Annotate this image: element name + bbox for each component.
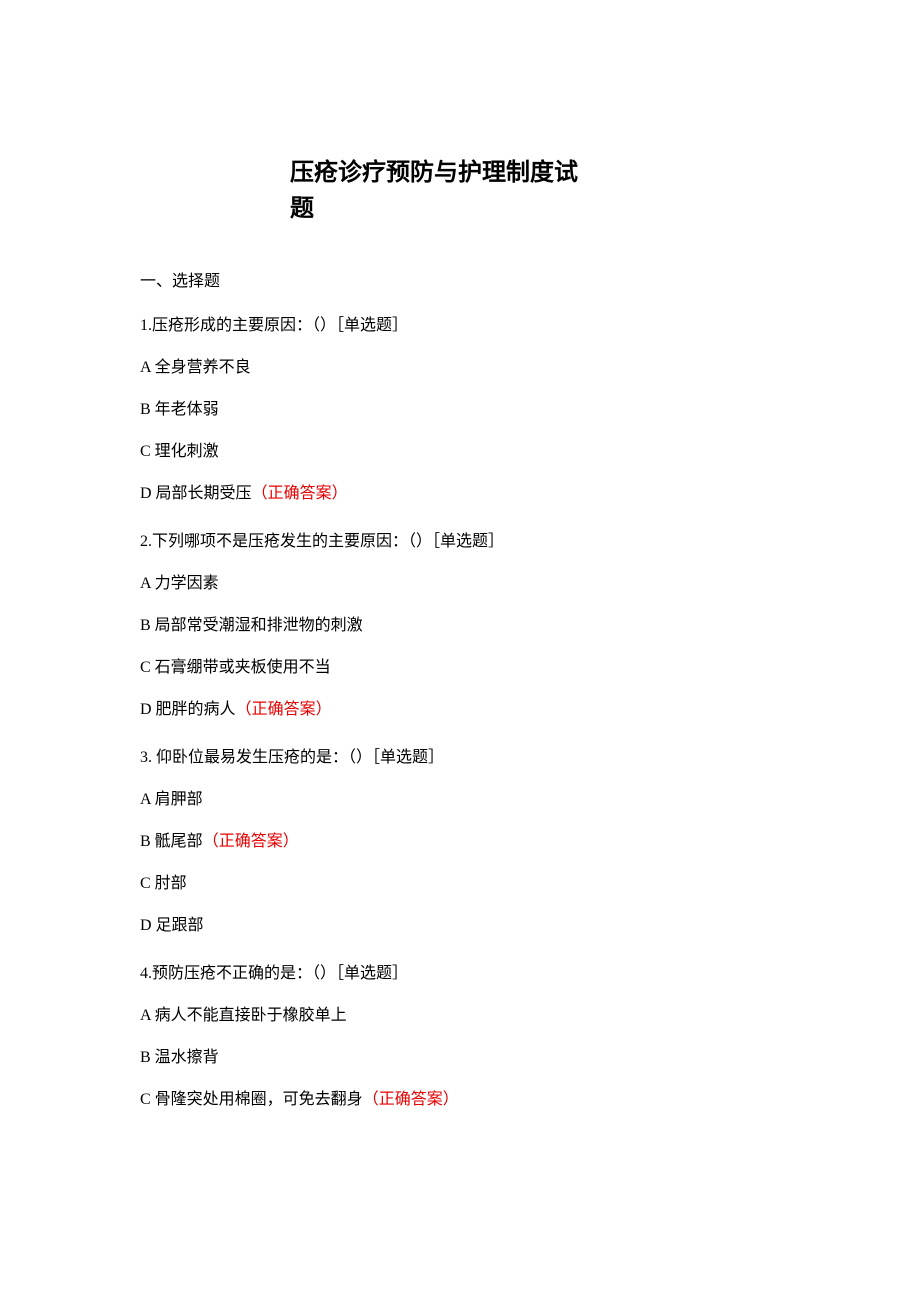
document-page: 压疮诊疗预防与护理制度试题 一、选择题 1.压疮形成的主要原因：（）［单选题］ …	[0, 0, 920, 1233]
question-option: B 局部常受潮湿和排泄物的刺激	[140, 611, 780, 635]
correct-answer-label: （正确答案）	[363, 1091, 459, 1108]
question-stem: 2.下列哪项不是压疮发生的主要原因：（）［单选题］	[140, 527, 780, 551]
option-text: B 骶尾部	[140, 833, 203, 850]
document-title: 压疮诊疗预防与护理制度试题	[290, 155, 590, 227]
question-option: A 肩胛部	[140, 785, 780, 809]
correct-answer-label: （正确答案）	[236, 701, 332, 718]
option-text: A 肩胛部	[140, 791, 203, 808]
question-option: D 局部长期受压（正确答案）	[140, 479, 780, 503]
correct-answer-label: （正确答案）	[252, 485, 348, 502]
question-option: D 足跟部	[140, 911, 780, 935]
option-text: C 骨隆突处用棉圈，可免去翻身	[140, 1091, 363, 1108]
question-option: A 全身营养不良	[140, 353, 780, 377]
option-text: D 局部长期受压	[140, 485, 252, 502]
option-text: B 温水擦背	[140, 1049, 219, 1066]
option-text: C 石膏绷带或夹板使用不当	[140, 659, 331, 676]
option-text: A 力学因素	[140, 575, 219, 592]
question-block: 1.压疮形成的主要原因：（）［单选题］ A 全身营养不良 B 年老体弱 C 理化…	[140, 311, 780, 503]
option-text: A 全身营养不良	[140, 359, 251, 376]
correct-answer-label: （正确答案）	[203, 833, 299, 850]
option-text: D 足跟部	[140, 917, 204, 934]
question-option: B 骶尾部（正确答案）	[140, 827, 780, 851]
option-text: C 理化刺激	[140, 443, 219, 460]
option-text: C 肘部	[140, 875, 187, 892]
question-block: 3. 仰卧位最易发生压疮的是：（）［单选题］ A 肩胛部 B 骶尾部（正确答案）…	[140, 743, 780, 935]
question-stem: 3. 仰卧位最易发生压疮的是：（）［单选题］	[140, 743, 780, 767]
question-option: C 肘部	[140, 869, 780, 893]
question-option: D 肥胖的病人（正确答案）	[140, 695, 780, 719]
option-text: B 年老体弱	[140, 401, 219, 418]
question-stem: 1.压疮形成的主要原因：（）［单选题］	[140, 311, 780, 335]
question-option: C 石膏绷带或夹板使用不当	[140, 653, 780, 677]
question-option: C 骨隆突处用棉圈，可免去翻身（正确答案）	[140, 1085, 780, 1109]
question-option: B 年老体弱	[140, 395, 780, 419]
option-text: D 肥胖的病人	[140, 701, 236, 718]
option-text: A 病人不能直接卧于橡胶单上	[140, 1007, 347, 1024]
question-option: C 理化刺激	[140, 437, 780, 461]
section-heading: 一、选择题	[140, 267, 780, 291]
question-stem: 4.预防压疮不正确的是：（）［单选题］	[140, 959, 780, 983]
question-block: 4.预防压疮不正确的是：（）［单选题］ A 病人不能直接卧于橡胶单上 B 温水擦…	[140, 959, 780, 1109]
question-option: A 力学因素	[140, 569, 780, 593]
question-option: A 病人不能直接卧于橡胶单上	[140, 1001, 780, 1025]
question-block: 2.下列哪项不是压疮发生的主要原因：（）［单选题］ A 力学因素 B 局部常受潮…	[140, 527, 780, 719]
option-text: B 局部常受潮湿和排泄物的刺激	[140, 617, 363, 634]
question-option: B 温水擦背	[140, 1043, 780, 1067]
